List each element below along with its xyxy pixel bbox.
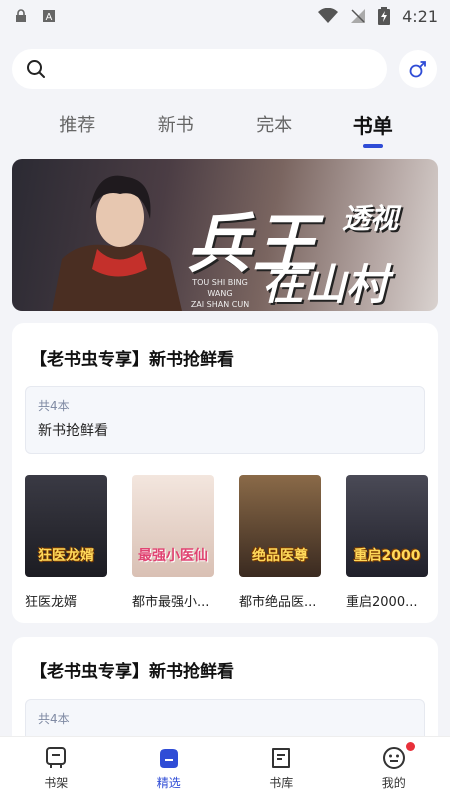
status-right: 4:21 [318, 7, 438, 26]
status-bar: A 4:21 [0, 0, 450, 32]
booklist-title: 【老书虫专享】新书抢鲜看 [30, 662, 234, 682]
search-icon [27, 60, 45, 78]
booklist-card[interactable]: 【老书虫专享】新书抢鲜看 共4本 新书抢鲜看 狂医龙婿 狂医龙婿 最强小医仙 都… [12, 323, 438, 623]
nav-featured[interactable]: 精选 [134, 746, 204, 791]
banner-pinyin-line2: ZAI SHAN CUN [190, 300, 250, 309]
book-cover[interactable]: 绝品医尊 [239, 475, 321, 577]
book-cover[interactable]: 最强小医仙 [132, 475, 214, 577]
book-cover-title: 重启2000 [353, 548, 421, 564]
tab-new-books[interactable]: 新书 [146, 104, 206, 144]
banner-pinyin: TOU SHI BING WANG ZAI SHAN CUN [184, 277, 256, 310]
promo-banner[interactable]: 兵王 透视 在山村 TOU SHI BING WANG ZAI SHAN CUN [12, 159, 438, 311]
nav-library[interactable]: 书库 [246, 746, 316, 791]
banner-tag: 透视 [342, 202, 399, 235]
nav-label: 书架 [44, 776, 69, 790]
booklist-title: 【老书虫专享】新书抢鲜看 [30, 350, 234, 370]
library-icon [272, 748, 291, 768]
booklist-desc: 新书抢鲜看 [38, 423, 108, 439]
book-cover[interactable]: 狂医龙婿 [25, 475, 107, 577]
tab-booklists[interactable]: 书单 [343, 104, 403, 144]
book-title[interactable]: 狂医龙婿 [25, 591, 111, 610]
gender-switch-button[interactable] [399, 50, 437, 88]
book-title[interactable]: 都市最强小... [132, 591, 218, 610]
status-left: A [14, 9, 56, 23]
book-cover-title: 绝品医尊 [252, 548, 308, 564]
profile-icon [382, 747, 405, 769]
book-row: 狂医龙婿 狂医龙婿 最强小医仙 都市最强小... 绝品医尊 都市绝品医... 重… [25, 475, 428, 610]
no-signal-icon [351, 9, 366, 23]
booklist-info: 共4本 新书抢鲜看 [25, 386, 425, 454]
book-cover-title: 最强小医仙 [138, 548, 208, 564]
battery-charging-icon [378, 7, 391, 25]
status-time: 4:21 [402, 6, 438, 26]
book-item[interactable]: 最强小医仙 都市最强小... [132, 475, 214, 610]
tab-completed[interactable]: 完本 [244, 104, 304, 144]
book-cover-title: 狂医龙婿 [38, 548, 94, 564]
bottom-navigation: 书架 精选 书库 我的 [0, 736, 450, 800]
category-tabs: 推荐 新书 完本 书单 [0, 104, 450, 150]
search-input[interactable] [12, 49, 387, 89]
book-title[interactable]: 重启2000... [346, 591, 432, 610]
banner-character-illustration [52, 175, 182, 311]
book-item[interactable]: 狂医龙婿 狂医龙婿 [25, 475, 107, 610]
nav-bookshelf[interactable]: 书架 [21, 746, 91, 791]
booklist-count: 共4本 [38, 399, 70, 413]
text-icon: A [43, 10, 55, 23]
wifi-icon [318, 8, 339, 23]
banner-pinyin-line1: TOU SHI BING WANG [192, 278, 248, 298]
lock-icon [16, 9, 26, 22]
male-icon [409, 61, 426, 78]
notification-badge [405, 742, 415, 751]
booklist-count: 共4本 [38, 712, 70, 726]
book-title[interactable]: 都市绝品医... [239, 591, 325, 610]
bookshelf-icon [46, 747, 67, 768]
book-cover[interactable]: 重启2000 [346, 475, 428, 577]
nav-label: 书库 [269, 776, 294, 790]
book-item[interactable]: 绝品医尊 都市绝品医... [239, 475, 321, 610]
featured-icon [159, 749, 178, 768]
nav-label: 我的 [381, 776, 406, 790]
tab-recommend[interactable]: 推荐 [47, 104, 107, 144]
nav-profile[interactable]: 我的 [359, 742, 429, 791]
search-row [12, 49, 438, 89]
banner-subtitle: 在山村 [262, 260, 389, 309]
nav-label: 精选 [156, 776, 181, 790]
book-item[interactable]: 重启2000 重启2000... [346, 475, 428, 610]
svg-text:A: A [46, 12, 53, 23]
